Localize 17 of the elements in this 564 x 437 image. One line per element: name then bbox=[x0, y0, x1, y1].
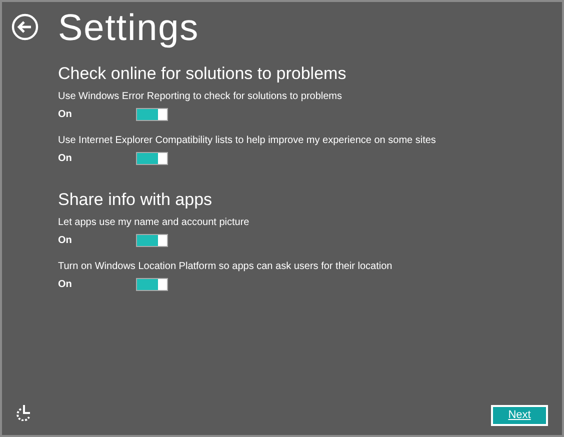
setting-label: Turn on Windows Location Platform so apps can ask users for their location bbox=[58, 260, 394, 273]
toggle-state: On bbox=[58, 278, 73, 292]
toggle-switch[interactable] bbox=[136, 152, 168, 165]
toggle-switch[interactable] bbox=[136, 278, 168, 291]
toggle-state: On bbox=[58, 108, 73, 122]
toggle-switch[interactable] bbox=[136, 234, 168, 247]
section-heading: Check online for solutions to problems bbox=[58, 64, 348, 84]
toggle-switch[interactable] bbox=[136, 108, 168, 121]
next-button[interactable]: Next bbox=[491, 405, 548, 426]
toggle-state: On bbox=[58, 234, 73, 248]
toggle-state: On bbox=[58, 152, 73, 166]
setting-label: Use Windows Error Reporting to check for solutions to problems bbox=[58, 90, 344, 103]
setting-label: Use Internet Explorer Compatibility lists to help improve my experience on some sites bbox=[58, 134, 437, 147]
section-heading: Share info with apps bbox=[58, 190, 214, 210]
page-title: Settings bbox=[58, 8, 200, 46]
setting-label: Let apps use my name and account picture bbox=[58, 216, 250, 229]
back-icon[interactable] bbox=[11, 13, 39, 41]
